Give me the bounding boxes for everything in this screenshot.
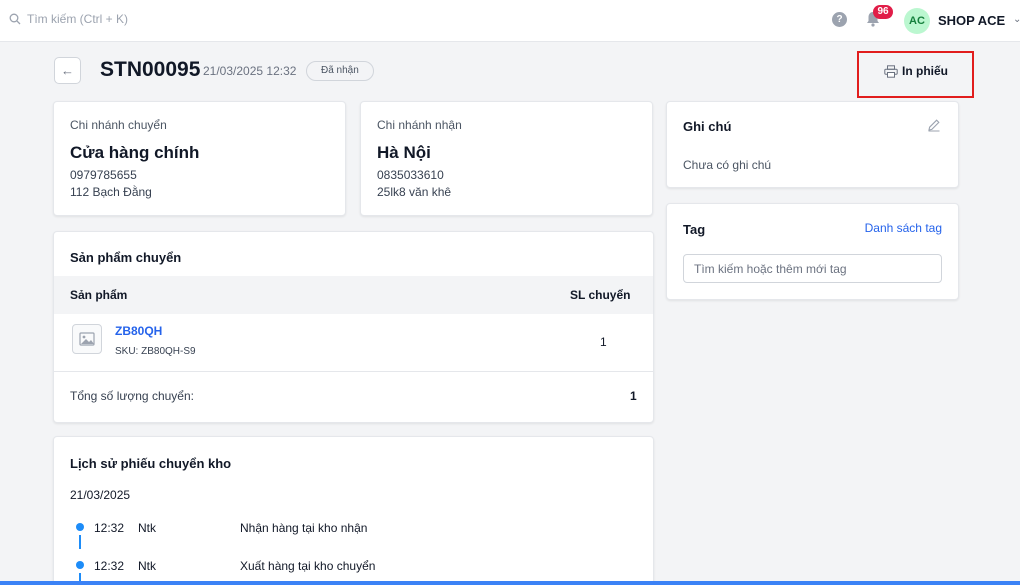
total-qty-value: 1 <box>630 389 637 403</box>
total-qty-label: Tổng số lượng chuyển: <box>70 389 194 403</box>
search-icon <box>9 13 21 25</box>
event-time: 12:32 <box>94 521 125 535</box>
col-qty-header: SL chuyển <box>570 288 631 302</box>
bottom-accent-bar <box>0 581 1020 585</box>
page-title: STN00095 <box>100 58 201 81</box>
products-title: Sản phẩm chuyển <box>70 250 182 265</box>
history-card: Lịch sử phiếu chuyển kho 21/03/2025 12:3… <box>53 436 654 585</box>
from-branch-label: Chi nhánh chuyển <box>70 118 167 132</box>
note-title: Ghi chú <box>683 119 732 134</box>
history-title: Lịch sử phiếu chuyển kho <box>70 456 232 471</box>
product-image-placeholder-icon <box>72 324 102 354</box>
edit-pencil-icon[interactable] <box>927 118 941 137</box>
shop-name[interactable]: SHOP ACE <box>938 13 1005 28</box>
from-branch-name: Cửa hàng chính <box>70 143 200 162</box>
search-placeholder: Tìm kiếm (Ctrl + K) <box>27 12 128 26</box>
avatar[interactable]: AC <box>904 8 930 34</box>
history-date: 21/03/2025 <box>70 488 131 502</box>
tag-search-input[interactable]: Tìm kiếm hoặc thêm mới tag <box>683 254 942 283</box>
from-branch-phone: 0979785655 <box>70 168 137 182</box>
to-branch-address: 25lk8 văn khê <box>377 185 452 199</box>
print-button[interactable]: In phiếu <box>884 64 948 78</box>
event-action: Nhận hàng tại kho nhận <box>240 521 368 535</box>
product-name-link[interactable]: ZB80QH <box>115 324 162 338</box>
status-badge: Đã nhận <box>306 61 374 81</box>
timeline-line <box>79 535 81 549</box>
transfer-datetime: 21/03/2025 12:32 <box>203 64 297 78</box>
product-qty: 1 <box>600 335 607 349</box>
to-branch-phone: 0835033610 <box>377 168 444 182</box>
timeline-dot <box>76 561 84 569</box>
col-product-header: Sản phẩm <box>70 288 128 302</box>
products-table-header: Sản phẩm SL chuyển <box>54 276 653 314</box>
back-button[interactable]: ← <box>54 57 81 84</box>
tag-list-link[interactable]: Danh sách tag <box>865 221 942 235</box>
chevron-down-icon[interactable]: ⌄ <box>1013 14 1020 25</box>
printer-icon <box>884 64 898 78</box>
product-sku: SKU: ZB80QH-S9 <box>115 346 196 357</box>
to-branch-name: Hà Nội <box>377 143 431 162</box>
tag-card: Tag Danh sách tag Tìm kiếm hoặc thêm mới… <box>666 203 959 300</box>
to-branch-label: Chi nhánh nhận <box>377 118 462 132</box>
event-time: 12:32 <box>94 559 125 573</box>
products-card: Sản phẩm chuyển Sản phẩm SL chuyển ZB80Q… <box>53 231 654 423</box>
note-card: Ghi chú Chưa có ghi chú <box>666 101 959 188</box>
event-user: Ntk <box>138 559 156 573</box>
global-search[interactable]: Tìm kiếm (Ctrl + K) <box>9 12 128 26</box>
print-button-label: In phiếu <box>902 64 948 78</box>
tag-title: Tag <box>683 222 706 237</box>
notification-count-badge: 96 <box>873 5 893 19</box>
to-branch-card: Chi nhánh nhận Hà Nội 0835033610 25lk8 v… <box>360 101 653 216</box>
event-action: Xuất hàng tại kho chuyển <box>240 559 376 573</box>
timeline-dot <box>76 523 84 531</box>
from-branch-address: 112 Bạch Đằng <box>70 185 152 199</box>
top-bar: Tìm kiếm (Ctrl + K) ? 96 AC SHOP ACE ⌄ <box>0 0 1020 42</box>
note-empty-text: Chưa có ghi chú <box>683 158 772 172</box>
from-branch-card: Chi nhánh chuyển Cửa hàng chính 09797856… <box>53 101 346 216</box>
row-divider <box>54 371 653 372</box>
event-user: Ntk <box>138 521 156 535</box>
help-icon[interactable]: ? <box>832 12 847 27</box>
